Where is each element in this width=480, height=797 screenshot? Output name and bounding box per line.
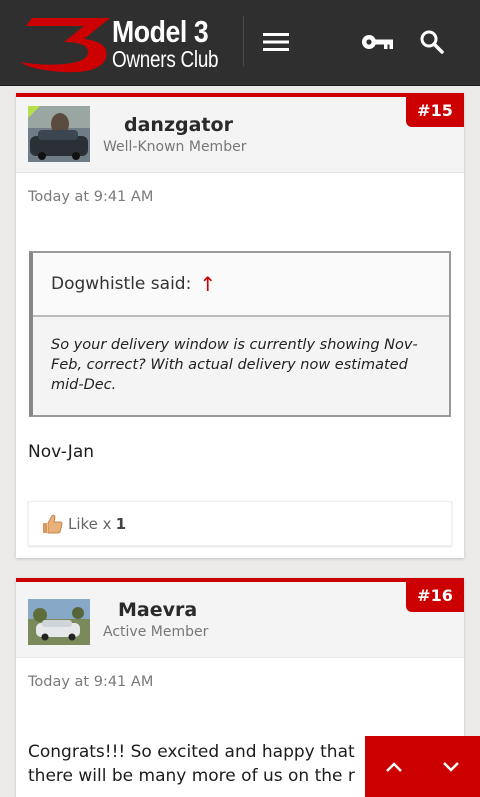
scroll-up-button[interactable] (365, 736, 422, 797)
post-date[interactable]: Today at 9:41 AM (28, 674, 153, 690)
avatar[interactable] (28, 106, 90, 162)
avatar-image (28, 106, 90, 162)
scroll-controls (365, 736, 480, 797)
key-icon (362, 35, 393, 49)
post-username[interactable]: Maevra (118, 599, 197, 621)
scroll-down-button[interactable] (422, 736, 479, 797)
logo-text-owners-club: Owners Club (112, 46, 219, 72)
quote-author[interactable]: Dogwhistle said: (51, 274, 191, 294)
post-message-line: Congrats!!! So excited and happy that (28, 742, 355, 762)
post-message: Nov-Jan (28, 442, 95, 462)
likes-label[interactable]: Like x (68, 515, 112, 533)
post-message-line: there will be many more of us on the r (28, 766, 355, 786)
menu-button[interactable] (256, 22, 296, 62)
user-title: Active Member (103, 624, 209, 640)
post-username[interactable]: danzgator (124, 114, 233, 136)
chevron-down-icon (442, 761, 459, 772)
hamburger-menu-icon (263, 33, 289, 51)
site-logo[interactable]: Model 3 Owners Club (18, 12, 248, 74)
quote-jump-arrow-icon[interactable]: ↑ (199, 272, 216, 296)
header-divider (243, 16, 244, 66)
login-button[interactable] (358, 22, 398, 62)
quote-header: Dogwhistle said: ↑ (33, 253, 449, 317)
likes-bar: Like x 1 (28, 501, 452, 546)
post-date[interactable]: Today at 9:41 AM (28, 189, 153, 205)
thumbs-up-icon (43, 514, 63, 533)
post-number-badge[interactable]: #15 (406, 93, 464, 127)
avatar[interactable] (28, 599, 90, 645)
avatar-image (28, 599, 90, 645)
post-header: danzgator Well-Known Member #15 (16, 93, 464, 173)
likes-count[interactable]: 1 (116, 515, 126, 533)
post-header: Maevra Active Member #16 (16, 578, 464, 658)
user-title: Well-Known Member (103, 139, 247, 155)
post-15: danzgator Well-Known Member #15 Today at… (16, 93, 464, 558)
chevron-up-icon (385, 761, 402, 772)
post-number-badge[interactable]: #16 (406, 578, 464, 612)
search-icon (420, 30, 444, 54)
post-message: Congrats!!! So excited and happy that th… (28, 740, 355, 788)
quote-text: So your delivery window is currently sho… (51, 337, 418, 393)
site-header: Model 3 Owners Club (0, 0, 480, 86)
search-button[interactable] (412, 22, 452, 62)
quote-block: Dogwhistle said: ↑ So your delivery wind… (29, 251, 451, 417)
logo-three-mark (20, 18, 110, 73)
logo-text-model3: Model 3 (112, 14, 209, 49)
